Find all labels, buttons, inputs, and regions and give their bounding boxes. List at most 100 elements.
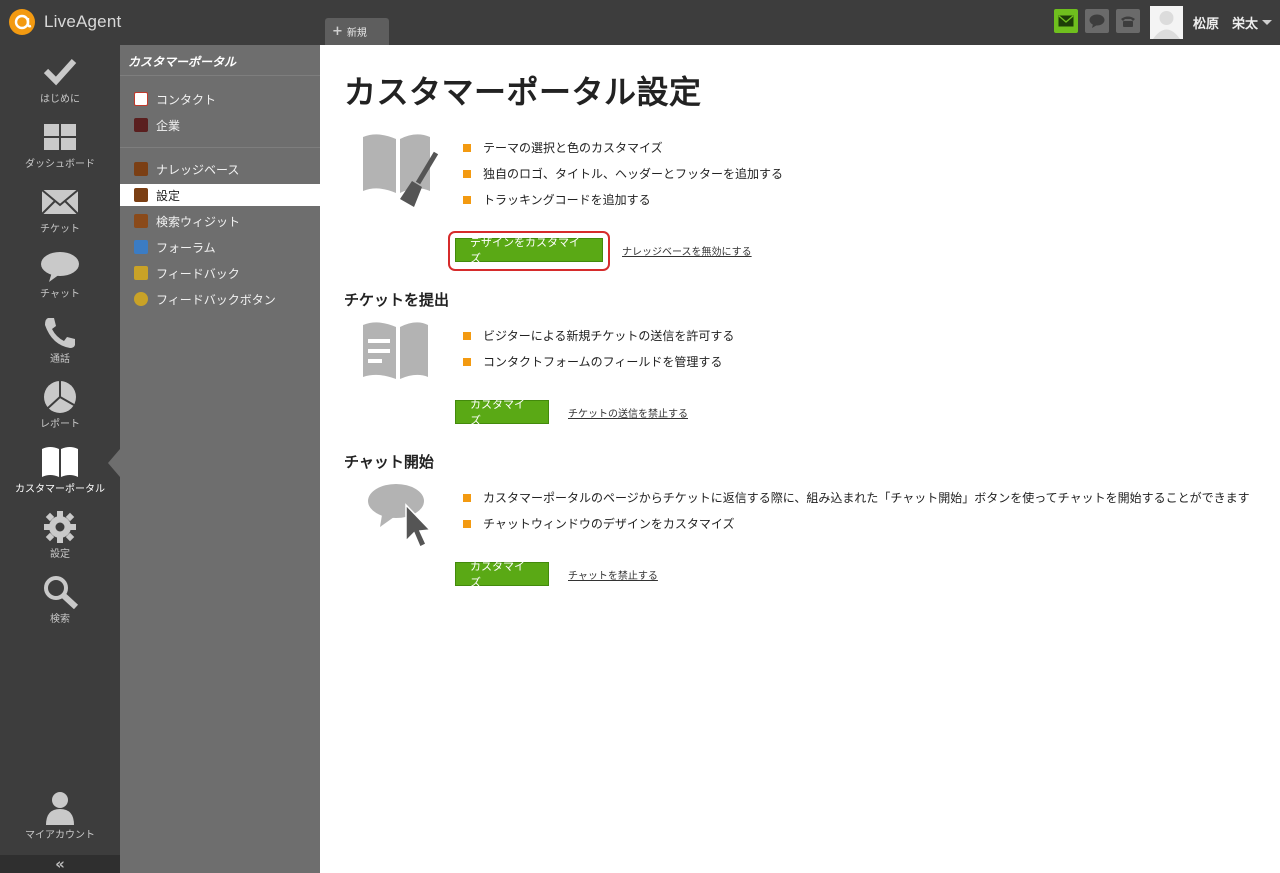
customize-design-button[interactable]: デザインをカスタマイズ — [455, 236, 603, 265]
gear-icon — [40, 510, 80, 544]
nav-label: マイアカウント — [25, 830, 95, 841]
subnav-item-companies[interactable]: 企業 — [120, 114, 320, 136]
page-title: カスタマーポータル設定 — [344, 73, 702, 111]
nav-label: 検索 — [50, 614, 70, 625]
envelope-icon — [40, 185, 80, 219]
bullet-text: コンタクトフォームのフィールドを管理する — [483, 355, 723, 369]
brand-name: LiveAgent — [44, 12, 122, 31]
person-icon — [40, 791, 80, 825]
bullet-square-icon — [463, 519, 471, 528]
list-item: テーマの選択と色のカスタマイズ — [463, 139, 663, 156]
customize-ticket-form-button[interactable]: カスタマイズ — [455, 398, 549, 427]
nav-label: レポート — [40, 419, 80, 430]
settings-book-icon — [134, 188, 148, 202]
nav-label: チャット — [40, 289, 80, 300]
sub-navigation: カスタマーポータル コンタクト 企業 ナレッジベース 設定 検索ウィジット フォ… — [120, 45, 320, 873]
subnav-item-knowledgebase[interactable]: ナレッジベース — [120, 158, 320, 180]
subnav-label: フィードバック — [156, 266, 240, 281]
bullet-square-icon — [463, 143, 471, 152]
bullet-square-icon — [463, 357, 471, 366]
list-item: チャットウィンドウのデザインをカスタマイズ — [463, 515, 735, 532]
mail-status-button[interactable] — [1054, 9, 1078, 33]
pie-chart-icon — [40, 380, 80, 414]
nav-item-my-account[interactable]: マイアカウント — [0, 785, 120, 850]
user-avatar[interactable] — [1150, 6, 1183, 39]
forum-icon — [134, 240, 148, 254]
contact-card-icon — [134, 92, 148, 106]
logo[interactable]: LiveAgent — [8, 8, 121, 36]
divider — [120, 75, 320, 76]
list-item: カスタマーポータルのページからチケットに返信する際に、組み込まれた「チャット開始… — [463, 489, 1250, 506]
nav-label: ダッシュボード — [25, 159, 95, 170]
list-item: コンタクトフォームのフィールドを管理する — [463, 353, 722, 370]
nav-label: カスタマーポータル — [15, 484, 105, 495]
plus-icon: + — [332, 24, 343, 39]
list-item: トラッキングコードを追加する — [463, 191, 651, 208]
chat-status-button[interactable] — [1085, 9, 1109, 33]
nav-item-search[interactable]: 検索 — [0, 569, 120, 634]
chat-cursor-illustration-icon — [360, 481, 440, 561]
subnav-item-search-widget[interactable]: 検索ウィジット — [120, 210, 320, 232]
bullet-text: トラッキングコードを追加する — [483, 193, 651, 207]
subnav-item-contacts[interactable]: コンタクト — [120, 88, 320, 110]
subnav-item-settings[interactable]: 設定 — [120, 184, 320, 206]
telephone-icon — [1121, 16, 1135, 27]
customize-chat-button[interactable]: カスタマイズ — [455, 560, 549, 589]
feedback-button-icon — [134, 292, 148, 306]
list-item: ビジターによる新規チケットの送信を許可する — [463, 327, 734, 344]
nav-item-reports[interactable]: レポート — [0, 374, 120, 439]
envelope-icon — [1058, 15, 1074, 27]
user-name[interactable]: 松原 栄太 — [1193, 13, 1258, 32]
subnav-title: カスタマーポータル — [128, 55, 237, 69]
disable-ticket-submission-link[interactable]: チケットの送信を禁止する — [568, 405, 688, 420]
nav-item-calls[interactable]: 通話 — [0, 309, 120, 374]
building-icon — [134, 118, 148, 132]
bullet-text: テーマの選択と色のカスタマイズ — [483, 141, 663, 155]
bullet-text: 独自のロゴ、タイトル、ヘッダーとフッターを追加する — [483, 167, 784, 181]
nav-label: チケット — [40, 224, 80, 235]
nav-label: はじめに — [40, 94, 80, 105]
ticket-section-title: チケットを提出 — [344, 291, 450, 309]
bullet-square-icon — [463, 493, 471, 502]
form-book-illustration-icon — [360, 317, 440, 397]
disable-chat-link[interactable]: チャットを禁止する — [568, 567, 658, 582]
list-item: 独自のロゴ、タイトル、ヘッダーとフッターを追加する — [463, 165, 783, 182]
nav-item-settings[interactable]: 設定 — [0, 504, 120, 569]
nav-item-getting-started[interactable]: はじめに — [0, 49, 120, 114]
subnav-label: コンタクト — [156, 92, 217, 107]
checkmark-icon — [40, 55, 80, 89]
new-tab-button[interactable]: + 新規 — [325, 18, 389, 45]
active-nav-pointer — [108, 449, 120, 477]
disable-knowledgebase-link[interactable]: ナレッジベースを無効にする — [622, 243, 752, 258]
chat-section-title: チャット開始 — [344, 453, 434, 471]
feedback-icon — [134, 266, 148, 280]
phone-icon — [40, 315, 80, 349]
knowledgebase-book-icon — [134, 162, 148, 176]
phone-status-button[interactable] — [1116, 9, 1140, 33]
bullet-square-icon — [463, 195, 471, 204]
chat-bubble-icon — [1089, 14, 1105, 28]
subnav-item-feedback-button[interactable]: フィードバックボタン — [120, 288, 320, 310]
subnav-label: フォーラム — [156, 240, 216, 255]
nav-item-tickets[interactable]: チケット — [0, 179, 120, 244]
divider — [120, 147, 320, 148]
nav-item-chat[interactable]: チャット — [0, 244, 120, 309]
subnav-item-forum[interactable]: フォーラム — [120, 236, 320, 258]
nav-item-dashboard[interactable]: ダッシュボード — [0, 114, 120, 179]
top-bar: LiveAgent + 新規 松原 栄太 — [0, 0, 1280, 45]
subnav-item-feedback[interactable]: フィードバック — [120, 262, 320, 284]
liveagent-logo-icon — [8, 8, 40, 36]
subnav-label: ナレッジベース — [156, 162, 240, 177]
dashboard-icon — [40, 120, 80, 154]
main-content: カスタマーポータル設定 テーマの選択と色のカスタマイズ 独自のロゴ、タイトル、ヘ… — [320, 45, 1280, 873]
double-chevron-left-icon: « — [55, 855, 65, 873]
bullet-text: ビジターによる新規チケットの送信を許可する — [483, 329, 735, 343]
subnav-label: フィードバックボタン — [156, 292, 276, 307]
magnifier-icon — [40, 575, 80, 610]
subnav-label: 設定 — [156, 188, 181, 203]
user-menu-caret-icon[interactable] — [1262, 20, 1272, 25]
collapse-sidebar-button[interactable]: « — [0, 855, 120, 873]
nav-label: 設定 — [50, 549, 70, 560]
new-tab-label: 新規 — [346, 28, 367, 39]
nav-item-customer-portal[interactable]: カスタマーポータル — [0, 439, 120, 504]
